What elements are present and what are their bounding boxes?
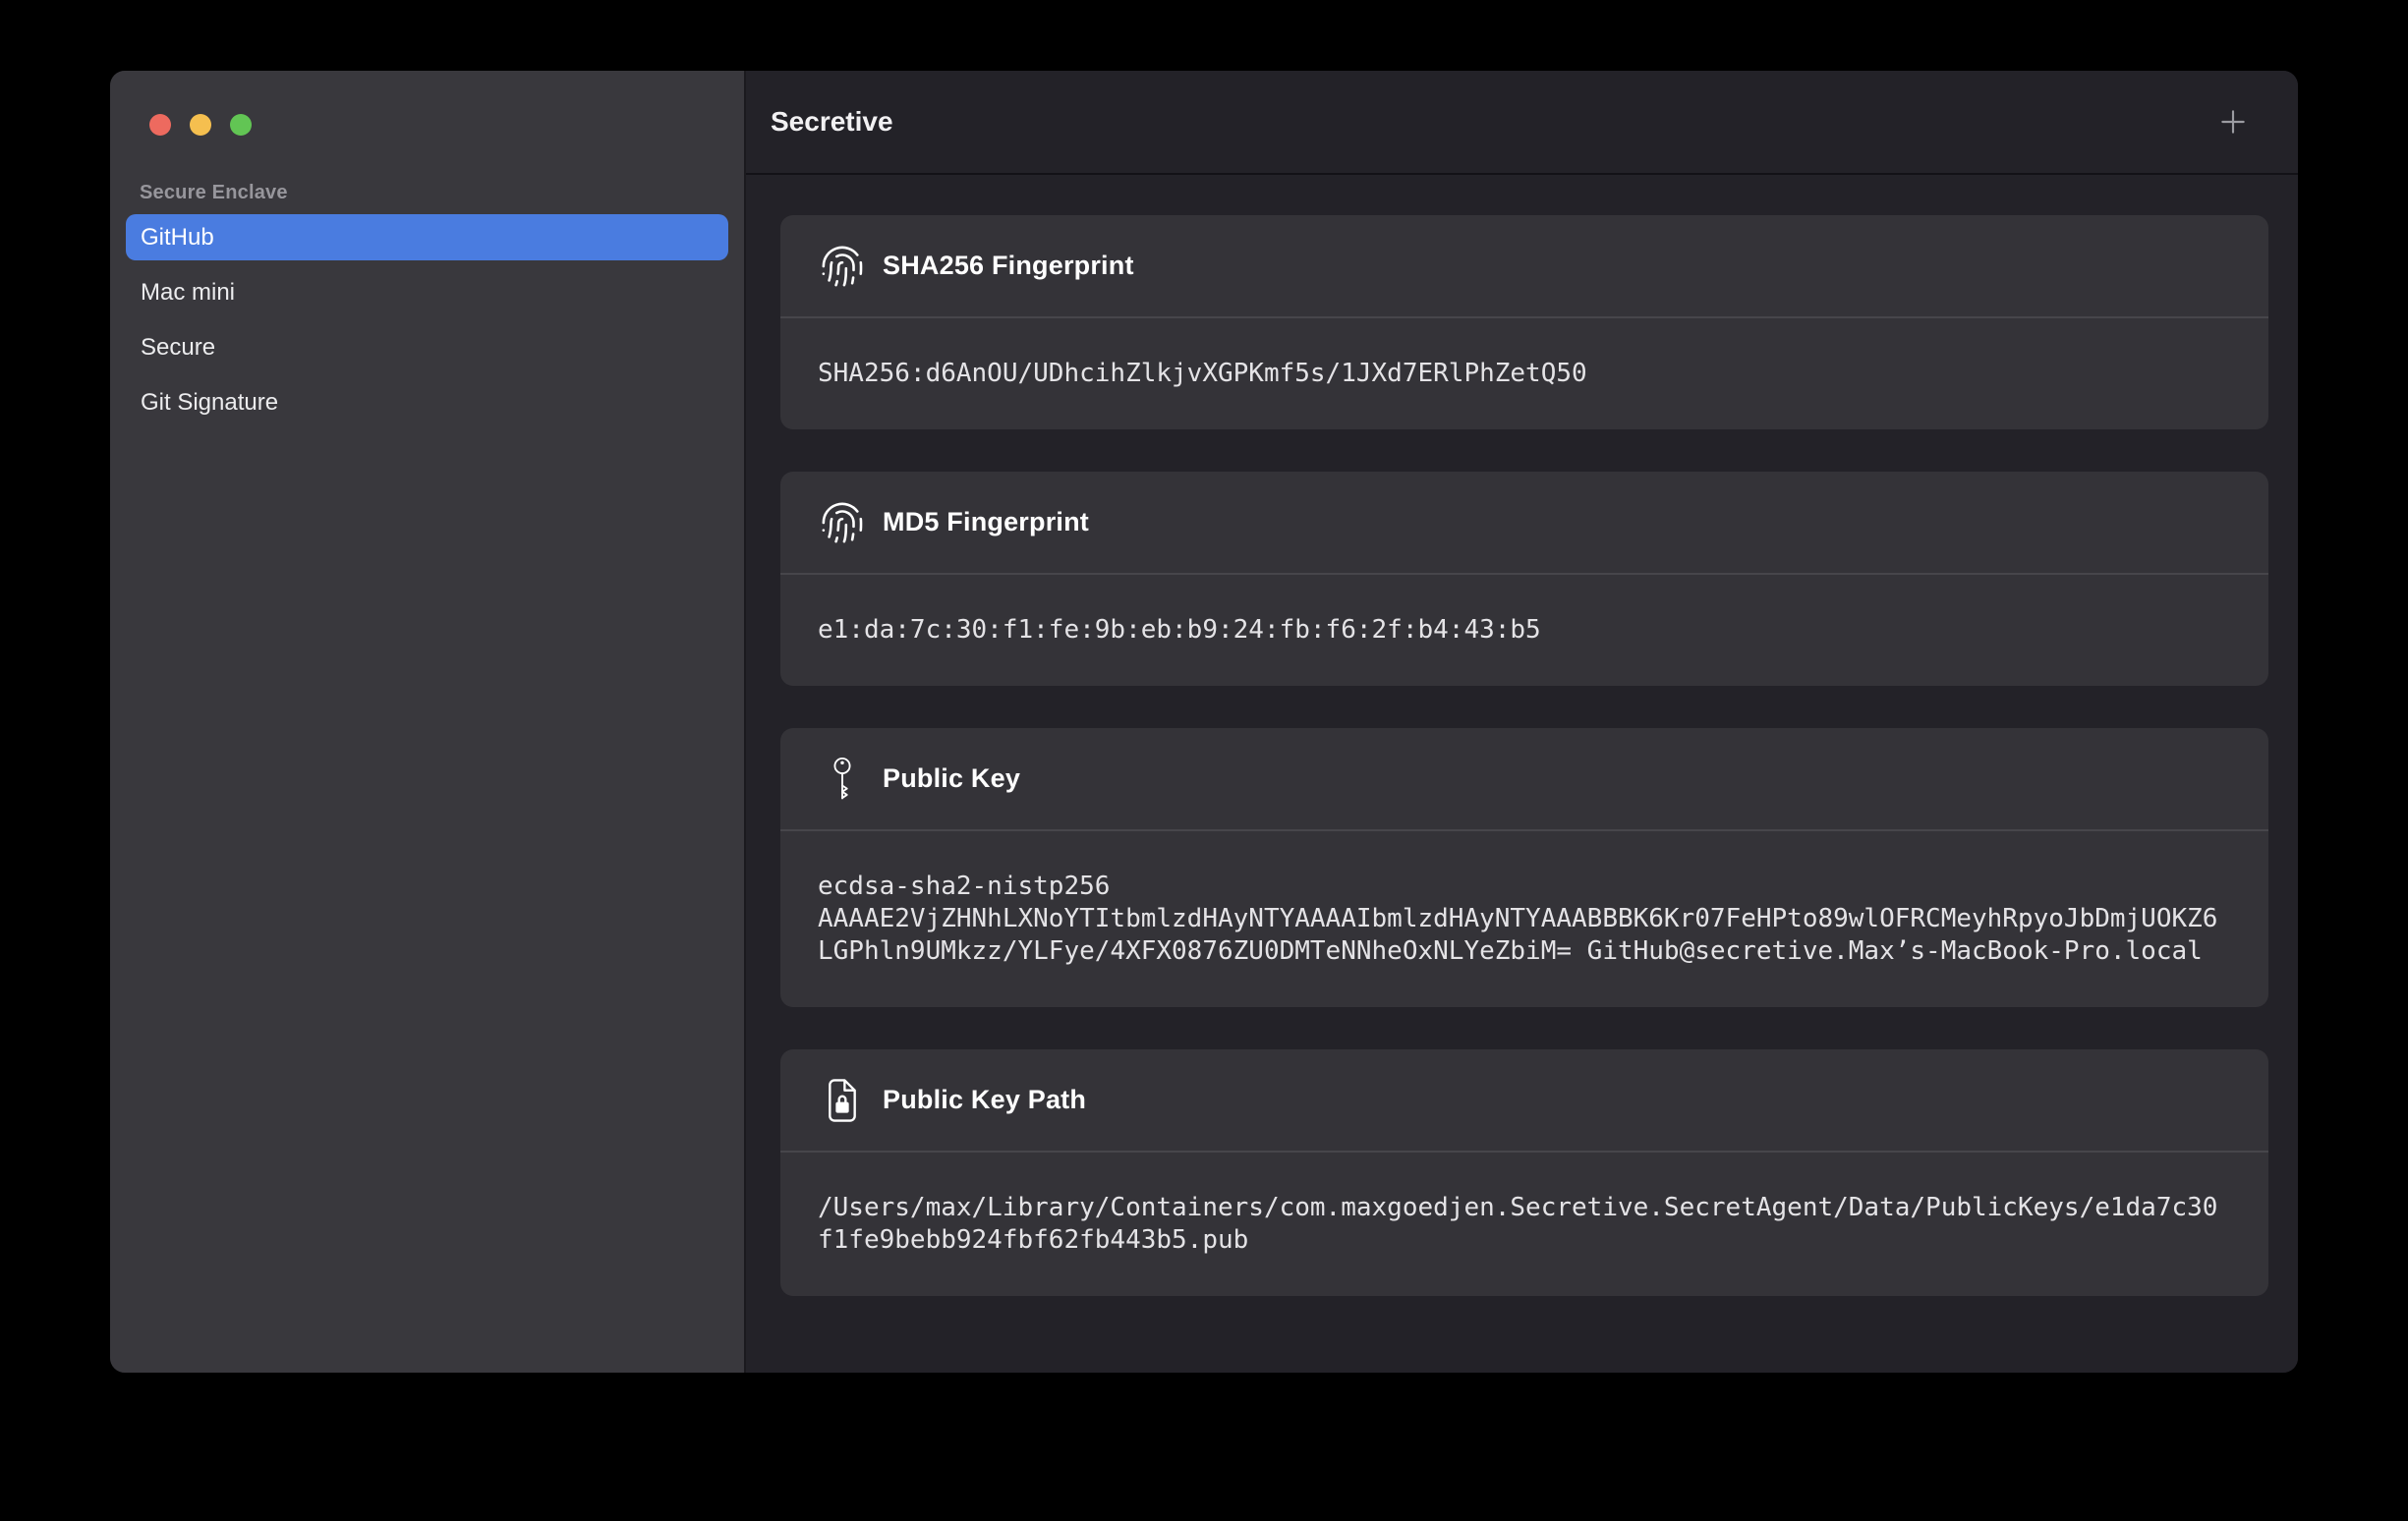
key-icon	[818, 756, 867, 803]
card-header: Public Key Path	[780, 1049, 2268, 1153]
sidebar-item-label: Mac mini	[141, 279, 235, 307]
public-key-card: Public Key ecdsa-sha2-nistp256 AAAAE2VjZ…	[780, 728, 2268, 1007]
traffic-lights	[110, 114, 744, 136]
sidebar-item-secure[interactable]: Secure	[126, 324, 728, 370]
sidebar-list: GitHub Mac mini Secure Git Signature	[126, 214, 728, 425]
sidebar-item-label: Git Signature	[141, 389, 278, 417]
sidebar-section-label: Secure Enclave	[140, 182, 744, 204]
card-header: MD5 Fingerprint	[780, 472, 2268, 575]
card-title: Public Key Path	[883, 1085, 1086, 1115]
card-title: SHA256 Fingerprint	[883, 251, 1134, 281]
md5-fingerprint-value: e1:da:7c:30:f1:fe:9b:eb:b9:24:fb:f6:2f:b…	[780, 575, 2268, 686]
md5-fingerprint-card: MD5 Fingerprint e1:da:7c:30:f1:fe:9b:eb:…	[780, 472, 2268, 686]
main-header: Secretive	[746, 71, 2298, 175]
sha256-fingerprint-card: SHA256 Fingerprint SHA256:d6AnOU/UDhcihZ…	[780, 215, 2268, 429]
sidebar-item-mac-mini[interactable]: Mac mini	[126, 269, 728, 315]
sidebar: Secure Enclave GitHub Mac mini Secure Gi…	[110, 71, 746, 1373]
lock-doc-icon	[818, 1077, 867, 1124]
sidebar-item-label: Secure	[141, 334, 215, 362]
close-button[interactable]	[149, 114, 171, 136]
app-window: Secure Enclave GitHub Mac mini Secure Gi…	[110, 71, 2298, 1373]
fingerprint-icon	[818, 500, 867, 545]
public-key-path-card: Public Key Path /Users/max/Library/Conta…	[780, 1049, 2268, 1296]
sha256-fingerprint-value: SHA256:d6AnOU/UDhcihZlkjvXGPKmf5s/1JXd7E…	[780, 318, 2268, 429]
fingerprint-icon	[818, 244, 867, 289]
plus-icon	[2217, 106, 2249, 138]
card-title: Public Key	[883, 763, 1020, 794]
card-header: Public Key	[780, 728, 2268, 831]
card-header: SHA256 Fingerprint	[780, 215, 2268, 318]
add-secret-button[interactable]	[2213, 102, 2253, 141]
sidebar-item-git-signature[interactable]: Git Signature	[126, 379, 728, 425]
sidebar-item-github[interactable]: GitHub	[126, 214, 728, 260]
main-pane: Secretive	[746, 71, 2298, 1373]
window-title: Secretive	[771, 106, 893, 138]
sidebar-item-label: GitHub	[141, 224, 214, 252]
minimize-button[interactable]	[190, 114, 211, 136]
public-key-path-value: /Users/max/Library/Containers/com.maxgoe…	[780, 1153, 2268, 1296]
card-title: MD5 Fingerprint	[883, 507, 1089, 537]
secret-detail-content: SHA256 Fingerprint SHA256:d6AnOU/UDhcihZ…	[746, 175, 2298, 1338]
public-key-value: ecdsa-sha2-nistp256 AAAAE2VjZHNhLXNoYTIt…	[780, 831, 2268, 1007]
zoom-button[interactable]	[230, 114, 252, 136]
